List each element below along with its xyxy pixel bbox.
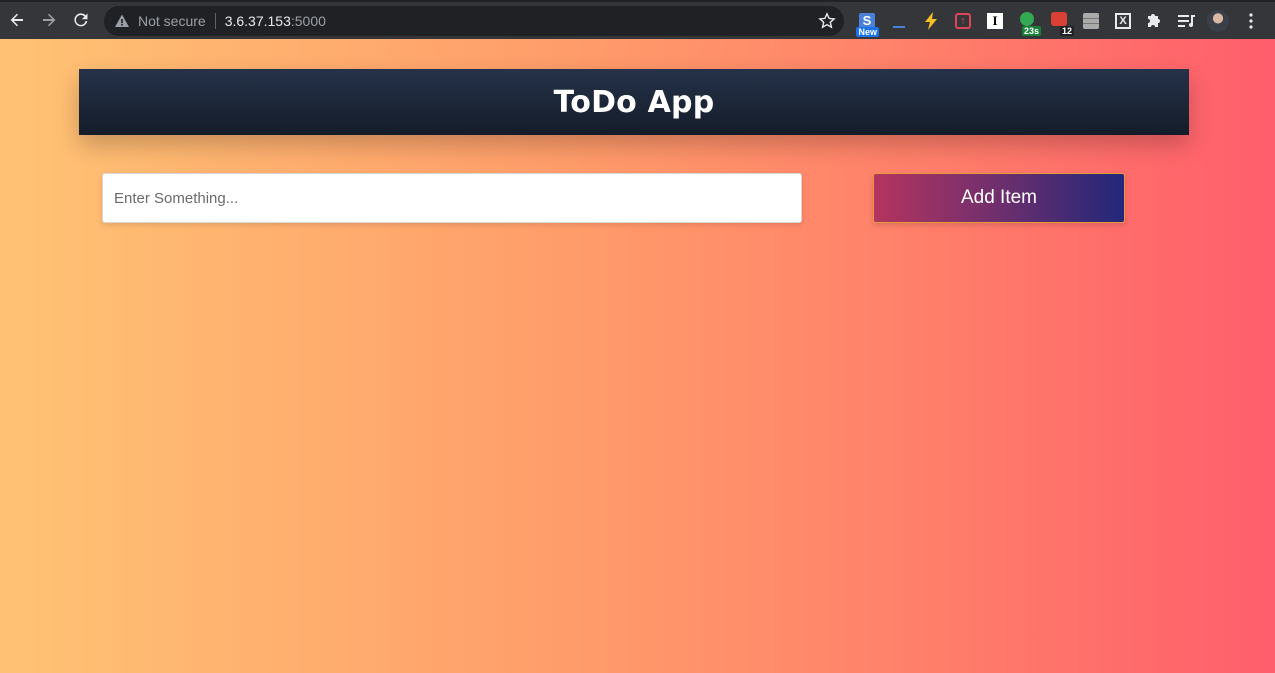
extensions-puzzle-icon[interactable] — [1144, 10, 1166, 32]
underscore-icon — [893, 26, 905, 28]
lightning-extension-icon[interactable] — [920, 10, 942, 32]
forward-arrow-icon — [43, 13, 56, 27]
underscore-extension-icon[interactable] — [888, 10, 910, 32]
extension-badge-timer: 23s — [1021, 26, 1041, 36]
puzzle-icon — [1148, 14, 1160, 27]
lightning-icon — [925, 12, 937, 30]
app-header: ToDo App — [79, 69, 1189, 135]
extension-badge-todoist: 12 — [1059, 26, 1074, 36]
avatar-icon — [1207, 10, 1229, 32]
app-page: ToDo App Add Item — [0, 39, 1275, 673]
timer-extension-icon[interactable]: 23s — [1016, 10, 1041, 36]
browser-menu-button[interactable] — [1240, 10, 1262, 32]
page-title: ToDo App — [553, 84, 715, 120]
profile-avatar[interactable] — [1207, 10, 1229, 32]
back-arrow-icon — [10, 13, 23, 27]
extension-badge-new: New — [856, 27, 879, 37]
address-separator — [214, 13, 216, 29]
todoist-extension-icon[interactable]: 12 — [1048, 10, 1074, 36]
x-box-icon: X — [1115, 13, 1131, 29]
todo-input[interactable] — [102, 173, 802, 223]
reload-button[interactable] — [65, 4, 97, 36]
browser-toolbar: Not secure 3.6.37.153:5000 S New ↑ I 23s… — [0, 0, 1275, 39]
upload-extension-icon[interactable]: ↑ — [952, 10, 974, 32]
back-button[interactable] — [1, 4, 33, 36]
i-extension-icon[interactable]: I — [984, 10, 1006, 32]
s-new-extension-icon[interactable]: S New — [856, 10, 879, 37]
stack-icon — [1083, 13, 1099, 29]
todoist-icon — [1051, 12, 1067, 26]
reload-icon — [74, 13, 88, 27]
warning-triangle-icon — [115, 14, 129, 27]
stack-extension-icon[interactable] — [1080, 10, 1102, 32]
url-host: 3.6.37.153 — [224, 13, 291, 29]
address-bar[interactable]: Not secure 3.6.37.153:5000 — [104, 6, 844, 36]
url-port: :5000 — [290, 13, 326, 29]
i-letter-icon: I — [987, 13, 1003, 29]
add-item-button[interactable]: Add Item — [873, 173, 1125, 223]
playlist-icon — [1178, 15, 1195, 27]
upload-arrow-icon: ↑ — [955, 13, 971, 29]
timer-circle-icon — [1020, 12, 1034, 26]
forward-button[interactable] — [33, 4, 65, 36]
kebab-menu-icon — [1249, 13, 1253, 29]
media-control-icon[interactable] — [1176, 10, 1198, 32]
security-label[interactable]: Not secure — [138, 13, 206, 29]
x-box-extension-icon[interactable]: X — [1112, 10, 1134, 32]
bookmark-star-icon[interactable] — [818, 12, 836, 30]
